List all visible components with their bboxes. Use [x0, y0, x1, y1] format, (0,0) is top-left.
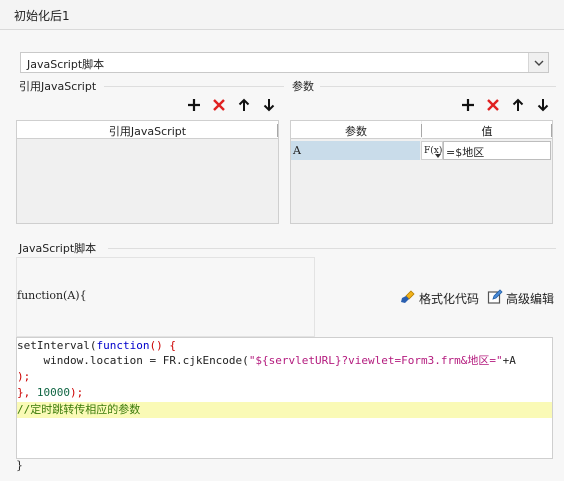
broom-icon: [400, 289, 416, 308]
param-name-header[interactable]: 参数: [291, 121, 421, 139]
tab-title[interactable]: 初始化后1: [0, 0, 84, 30]
move-down-icon[interactable]: [535, 97, 551, 113]
code-line-highlighted: //定时跳转传相应的参数: [17, 402, 552, 418]
params-label: 参数: [292, 80, 314, 93]
dropdown-arrow-icon: [435, 154, 441, 158]
code-line: );: [17, 369, 552, 385]
script-label: JavaScript脚本: [19, 242, 97, 255]
column-separator: [551, 124, 552, 137]
column-header-label: 参数: [345, 125, 367, 138]
divider: [108, 248, 556, 249]
advanced-edit-button[interactable]: 高级编辑: [487, 289, 554, 308]
param-value-input[interactable]: =$地区: [443, 141, 551, 160]
code-token: );: [17, 370, 31, 383]
code-token: setInterval(: [17, 339, 97, 352]
ref-js-label: 引用JavaScript: [19, 80, 97, 93]
ref-js-table[interactable]: 引用JavaScript: [16, 120, 279, 224]
code-string: "${servletURL}?viewlet=Form3.frm&地区=": [248, 354, 503, 367]
script-type-select[interactable]: JavaScript脚本: [20, 52, 549, 73]
chevron-down-icon[interactable]: [528, 53, 548, 72]
advanced-edit-label: 高级编辑: [506, 292, 555, 306]
code-number: 10000: [36, 386, 70, 399]
tab-bar: 初始化后1: [0, 0, 564, 30]
format-code-button[interactable]: 格式化代码: [400, 289, 479, 308]
column-separator: [277, 124, 278, 137]
code-token: );: [70, 386, 84, 399]
edit-icon: [487, 289, 503, 308]
code-comment: //定时跳转传相应的参数: [17, 403, 141, 416]
code-editor[interactable]: setInterval(function() { window.location…: [16, 337, 553, 459]
code-line: }, 10000);: [17, 385, 552, 401]
divider: [104, 86, 284, 87]
param-value-header[interactable]: 值: [422, 121, 552, 139]
code-line: setInterval(function() {: [17, 338, 552, 354]
code-keyword: function: [96, 339, 150, 352]
delete-icon[interactable]: [211, 97, 227, 113]
function-signature: function(A){: [17, 289, 87, 302]
params-table[interactable]: 参数 值: [290, 120, 553, 224]
add-icon[interactable]: [186, 97, 202, 113]
add-icon[interactable]: [460, 97, 476, 113]
column-header-label: 值: [481, 125, 493, 138]
formula-fx-icon[interactable]: F(x): [421, 141, 443, 160]
move-down-icon[interactable]: [261, 97, 277, 113]
script-type-value: JavaScript脚本: [27, 58, 105, 71]
move-up-icon[interactable]: [510, 97, 526, 113]
column-header-label: 引用JavaScript: [108, 125, 187, 138]
param-name-cell[interactable]: A: [291, 141, 420, 160]
code-token: window.location = FR.cjkEncode(: [43, 354, 249, 367]
code-token: +A: [502, 354, 516, 367]
delete-icon[interactable]: [485, 97, 501, 113]
move-up-icon[interactable]: [236, 97, 252, 113]
closing-brace: }: [16, 459, 23, 472]
code-token: () {: [149, 339, 176, 352]
divider: [320, 86, 556, 87]
code-token: },: [17, 386, 37, 399]
code-line: window.location = FR.cjkEncode("${servle…: [17, 353, 552, 369]
format-code-label: 格式化代码: [419, 292, 480, 306]
ref-js-column-header[interactable]: 引用JavaScript: [17, 121, 278, 139]
